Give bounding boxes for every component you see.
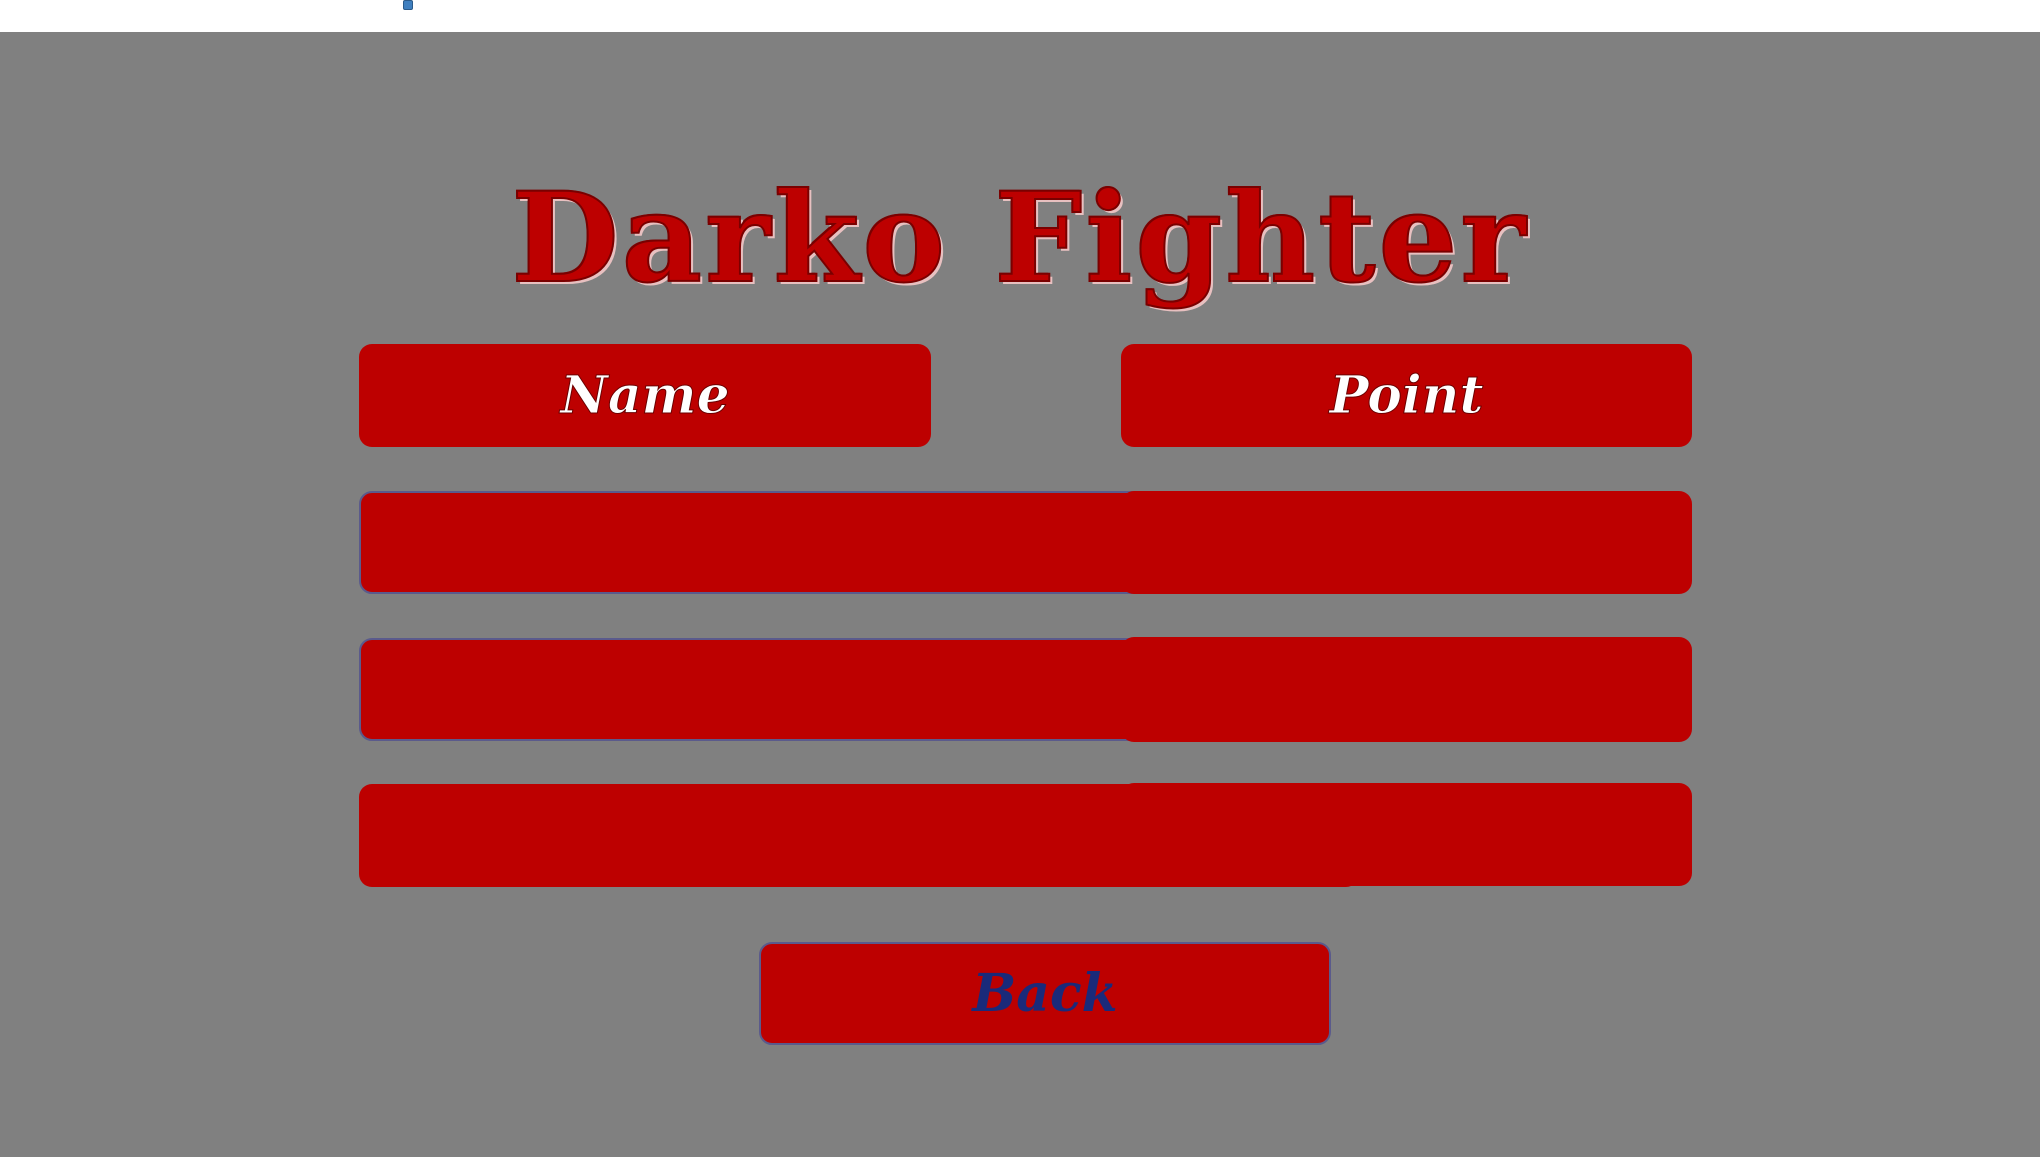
point-cell-row-3 xyxy=(1121,783,1692,886)
resize-handle-icon[interactable] xyxy=(403,0,413,10)
back-button[interactable]: Back xyxy=(759,942,1331,1045)
point-value-row-2 xyxy=(1121,637,1692,742)
back-button-label: Back xyxy=(972,963,1118,1024)
name-value-row-2 xyxy=(361,640,1157,739)
point-cell-row-1 xyxy=(1121,491,1692,594)
point-header-label: Point xyxy=(1329,365,1484,427)
point-value-row-1 xyxy=(1121,491,1692,594)
point-cell-row-2 xyxy=(1121,637,1692,742)
name-column-header: Name xyxy=(359,344,931,447)
point-column-header: Point xyxy=(1121,344,1692,447)
window-top-bar xyxy=(0,0,2040,32)
point-value-row-3 xyxy=(1121,783,1692,886)
name-header-label: Name xyxy=(560,365,730,427)
game-title: Darko Fighter xyxy=(510,166,1529,311)
game-screen: Darko Fighter Name Point Back xyxy=(0,32,2040,1157)
name-cell-row-2 xyxy=(359,638,1159,741)
